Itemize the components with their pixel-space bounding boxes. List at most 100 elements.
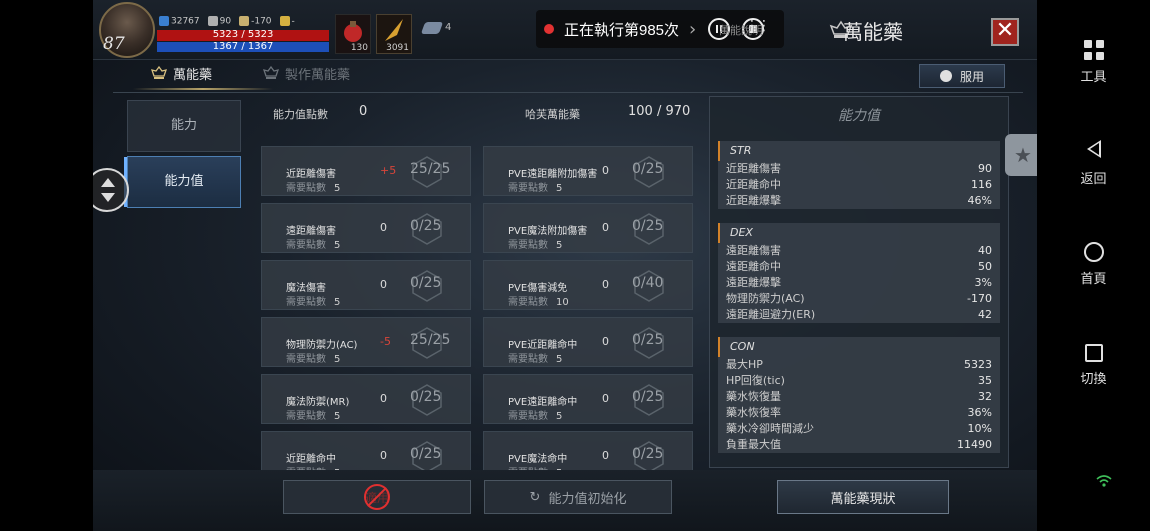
stats-row-label: 遠距離爆擊 <box>726 276 781 289</box>
nav-switch-label: 切換 <box>1080 372 1107 387</box>
stat-progress: 0/25 <box>632 161 664 177</box>
back-icon <box>1083 140 1105 162</box>
stat-card[interactable]: PVE傷害減免 需要點數 10 0 0/40 <box>483 260 693 310</box>
tab-craft-elixir[interactable]: 製作萬能藥 <box>263 64 350 83</box>
stat-name: 物理防禦力(AC) <box>286 340 358 351</box>
stat-card[interactable]: 遠距離傷害 需要點數 5 0 0/25 <box>261 203 471 253</box>
stat-progress: 0/25 <box>410 389 442 405</box>
stats-row: 物理防禦力(AC) -170 <box>718 291 1000 307</box>
stats-row-label: 物理防禦力(AC) <box>726 292 805 305</box>
stat-delta: 0 <box>380 392 387 405</box>
favorite-tab[interactable]: ★ <box>1005 134 1037 176</box>
stat-progress: 0/25 <box>632 218 664 234</box>
sidebar-item-ability[interactable]: 能力 <box>127 100 241 152</box>
stats-row-label: HP回復(tic) <box>726 374 785 387</box>
nav-switch[interactable]: 切換 <box>1037 344 1150 387</box>
stat-delta: -5 <box>380 335 391 348</box>
sidebar-item-ability-value[interactable]: 能力值 <box>124 156 241 208</box>
stat-name: 遠距離傷害 <box>286 226 336 237</box>
potion-icon <box>344 21 362 42</box>
tab-divider <box>113 92 1023 93</box>
record-icon <box>544 24 554 34</box>
stat-progress: 0/25 <box>632 446 664 462</box>
tab-elixir-label: 萬能藥 <box>173 68 213 83</box>
stats-row-label: 近距離傷害 <box>726 162 781 175</box>
stat-card[interactable]: 近距離傷害 需要點數 5 +5 25/25 <box>261 146 471 196</box>
stats-row-value: 32 <box>978 390 992 403</box>
feather-icon <box>385 19 403 41</box>
stat-card[interactable]: PVE近距離命中 需要點數 5 0 0/25 <box>483 317 693 367</box>
stat-card[interactable]: PVE遠距離附加傷害 需要點數 5 0 0/25 <box>483 146 693 196</box>
flask-icon <box>939 70 952 82</box>
stats-row-value: 50 <box>978 260 992 273</box>
stats-row-value: 42 <box>978 308 992 321</box>
stat-name: PVE魔法命中 <box>508 454 568 465</box>
trophy-icon <box>279 16 290 26</box>
crest-icon <box>263 65 279 79</box>
use-button[interactable]: 服用 <box>919 64 1005 88</box>
stat-c: -170 <box>239 16 272 27</box>
stats-row: 藥水恢復量 32 <box>718 389 1000 405</box>
refresh-icon: ↻ <box>529 489 541 505</box>
stat-cost: 需要點數 10 <box>508 293 569 308</box>
stat-card[interactable]: 魔法傷害 需要點數 5 0 0/25 <box>261 260 471 310</box>
stats-row-label: 藥水恢復率 <box>726 406 781 419</box>
stats-row-value: 10% <box>967 422 992 435</box>
drag-handle-icon[interactable]: ⋮⋮ <box>745 18 771 34</box>
stats-row-value: 90 <box>978 162 992 175</box>
close-button[interactable]: ✕ <box>991 18 1019 46</box>
chevron-right-icon[interactable]: › <box>689 19 696 40</box>
stat-card[interactable]: 魔法防禦(MR) 需要點數 5 0 0/25 <box>261 374 471 424</box>
cost-label: 需要點數 <box>286 297 326 308</box>
tab-elixir[interactable]: 萬能藥 <box>151 64 212 83</box>
stats-row: 藥水冷卻時間減少 10% <box>718 421 1000 437</box>
active-tab-indicator <box>133 88 273 90</box>
stats-row: 近距離爆擊 46% <box>718 193 1000 209</box>
scroll-icon <box>420 22 444 34</box>
apply-button[interactable]: 適用 <box>283 480 471 514</box>
cost-value: 5 <box>556 354 563 365</box>
wifi-icon <box>1096 475 1112 487</box>
stats-row-value: 11490 <box>957 438 992 451</box>
grid-icon <box>1083 40 1104 60</box>
potion-slot[interactable]: 130 <box>335 14 371 54</box>
stat-name: 魔法傷害 <box>286 283 326 294</box>
elixir-slot[interactable]: 3091 <box>376 14 412 54</box>
stats-panel: 能力值 STR 近距離傷害 90 近距離命中 116 近距離爆擊 46% DEX 遠距離傷害 40… <box>709 96 1009 468</box>
stat-cost: 需要點數 5 <box>286 293 340 308</box>
stat-progress: 0/40 <box>632 275 664 291</box>
stat-card[interactable]: PVE魔法附加傷害 需要點數 5 0 0/25 <box>483 203 693 253</box>
points-value: 0 <box>359 104 368 119</box>
cost-label: 需要點數 <box>286 411 326 422</box>
stats-row: 藥水恢復率 36% <box>718 405 1000 421</box>
stat-progress: 0/25 <box>410 275 442 291</box>
elixir-status-button[interactable]: 萬能藥現狀 <box>777 480 949 514</box>
stat-card[interactable]: PVE遠距離命中 需要點數 5 0 0/25 <box>483 374 693 424</box>
cost-value: 5 <box>556 411 563 422</box>
reset-button[interactable]: ↻ 能力值初始化 <box>484 480 672 514</box>
stats-row-label: 藥水冷卻時間減少 <box>726 422 814 435</box>
stat-cost: 需要點數 5 <box>508 350 562 365</box>
points-label: 能力值點數 <box>273 108 328 121</box>
stats-row-label: 遠距離迴避力(ER) <box>726 308 816 321</box>
stats-row-value: 3% <box>974 276 992 289</box>
nav-tools[interactable]: 工具 <box>1037 40 1150 85</box>
hidden-count: 4 <box>445 22 452 33</box>
mp-text: 1367 / 1367 <box>212 41 274 52</box>
stats-row-label: 近距離爆擊 <box>726 194 781 207</box>
stats-row: 負重最大值 11490 <box>718 437 1000 453</box>
stat-card[interactable]: 物理防禦力(AC) 需要點數 5 -5 25/25 <box>261 317 471 367</box>
stats-row-value: 36% <box>967 406 992 419</box>
cost-value: 5 <box>556 183 563 194</box>
star-icon: ★ <box>1014 143 1032 167</box>
cost-label: 需要點數 <box>286 354 326 365</box>
nav-back-label: 返回 <box>1080 172 1107 187</box>
stats-row-value: 5323 <box>964 358 992 371</box>
stat-cost: 需要點數 5 <box>508 236 562 251</box>
stat-delta: 0 <box>602 449 609 462</box>
nav-home[interactable]: 首頁 <box>1037 242 1150 287</box>
stat-cost: 需要點數 5 <box>508 179 562 194</box>
wing-icon <box>159 16 169 26</box>
stats-row-label: 近距離命中 <box>726 178 781 191</box>
nav-back[interactable]: 返回 <box>1037 140 1150 187</box>
